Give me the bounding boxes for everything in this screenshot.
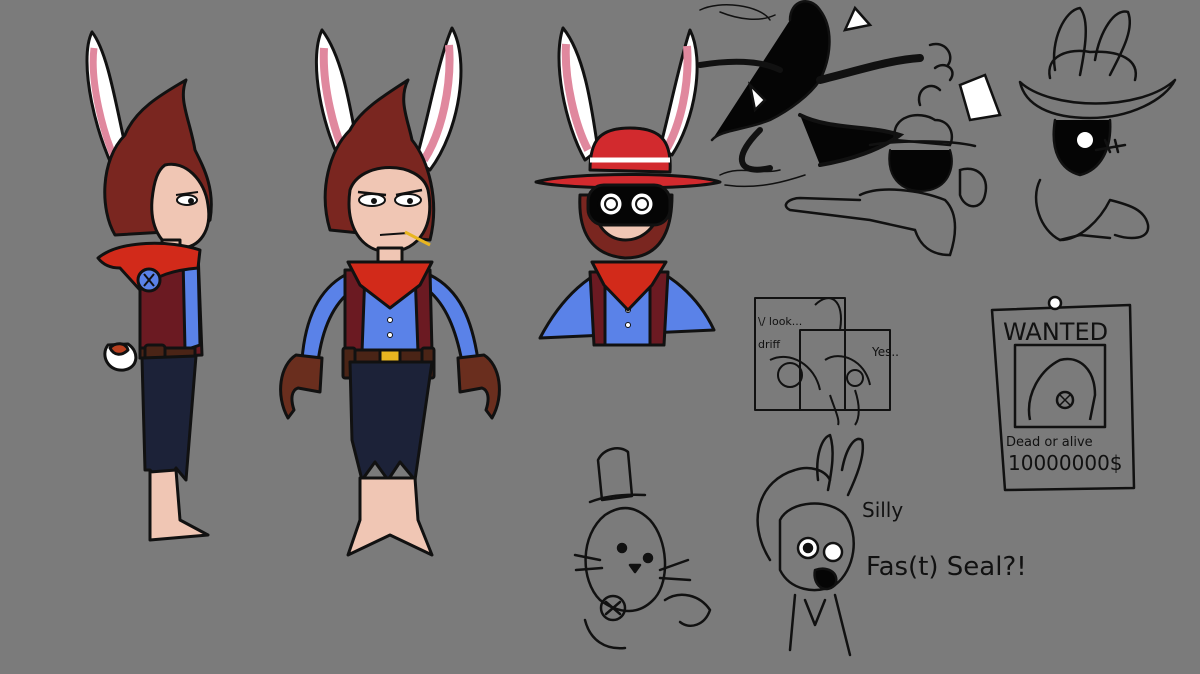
wanted-dead-or-alive: Dead or alive — [1006, 435, 1093, 450]
comic-text-driff: driff — [758, 338, 781, 351]
wanted-title: WANTED — [1003, 318, 1108, 346]
comic-text-yes: Yes.. — [871, 345, 899, 359]
character-reference-sheet: \/ look... driff Yes.. WANTED Dead or al… — [0, 0, 1200, 674]
fast-seal-label: Fas(t) Seal?! — [866, 552, 1027, 582]
comic-text-look: \/ look... — [758, 315, 802, 328]
wanted-bounty-amount: 10000000$ — [1008, 451, 1123, 475]
silly-label: Silly — [862, 498, 903, 522]
